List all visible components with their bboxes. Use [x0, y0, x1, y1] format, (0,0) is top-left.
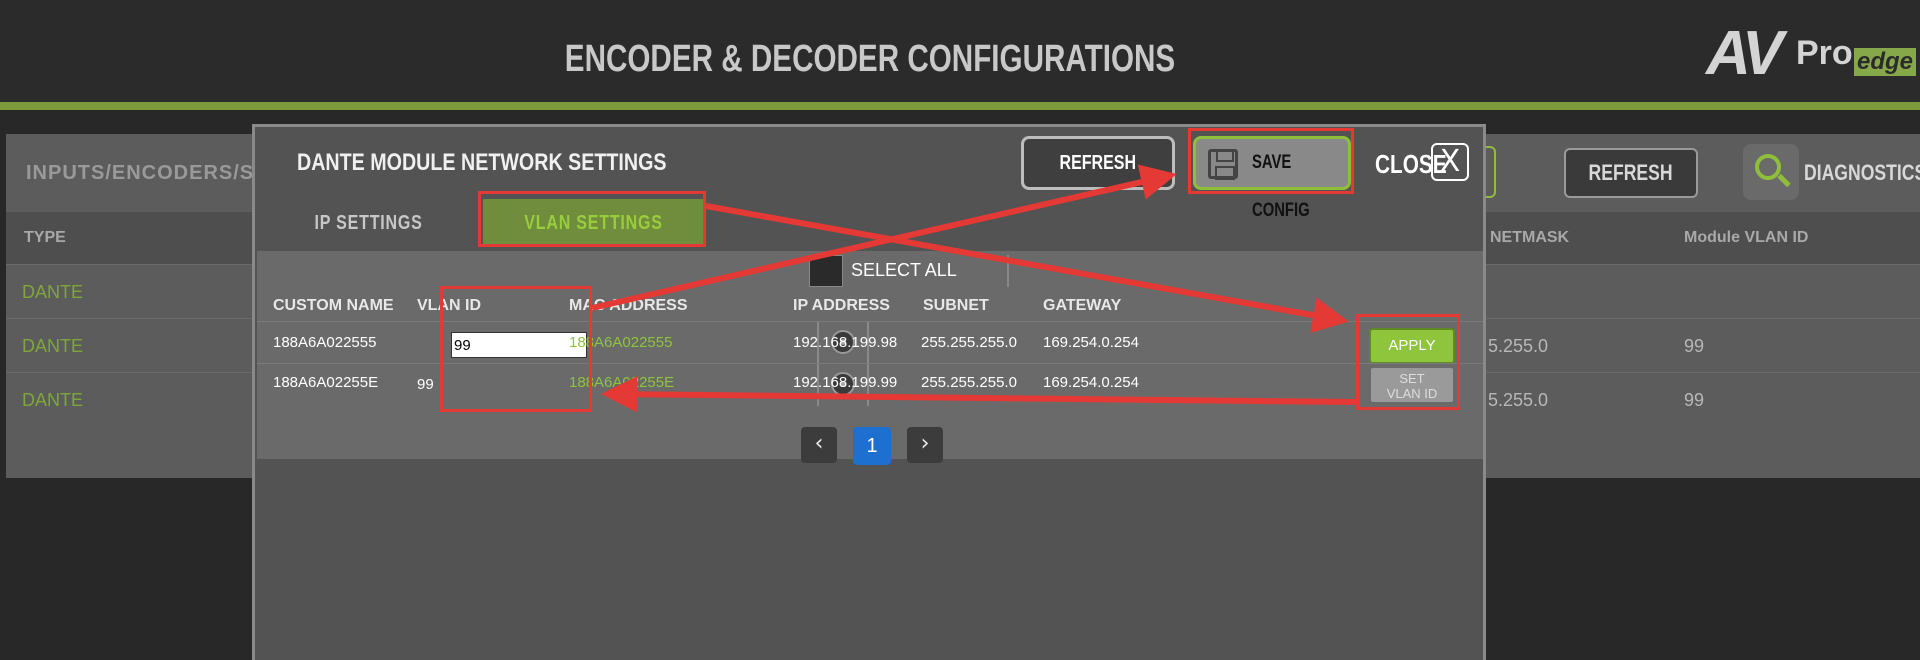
row1-mac-address[interactable]: 188A6A022555: [569, 334, 672, 351]
row1-ip-address: 192.168.199.98: [793, 334, 898, 351]
table-row: 188A6A02255E 99 188A6A02255E 192.168.199…: [257, 363, 1483, 406]
bg-row2-netmask: 5.255.0: [1488, 336, 1549, 356]
diagnostics-label[interactable]: DIAGNOSTICS: [1804, 160, 1920, 186]
select-all-label[interactable]: SELECT ALL: [851, 260, 957, 281]
page-number-button[interactable]: 1: [853, 427, 891, 465]
row2-ip-address: 192.168.199.99: [793, 374, 898, 391]
tab-ip-label: IP SETTINGS: [314, 212, 424, 234]
row2-gateway: 169.254.0.254: [1043, 374, 1139, 391]
vlan-table-panel: SELECT ALL CUSTOM NAME VLAN ID MAC ADDRE…: [257, 251, 1483, 465]
bg-col-type: TYPE: [24, 229, 66, 246]
top-header: ENCODER & DECODER CONFIGURATIONS AV Pro …: [0, 0, 1920, 102]
close-icon[interactable]: X: [1431, 143, 1469, 181]
floppy-disk-icon: [1208, 149, 1238, 180]
set-vlan-line2: VLAN ID: [1386, 386, 1438, 401]
next-page-button[interactable]: ›: [907, 427, 943, 463]
bg-row3-vlan: 99: [1684, 390, 1705, 410]
prev-page-button[interactable]: ‹: [801, 427, 837, 463]
dante-network-settings-dialog: DANTE MODULE NETWORK SETTINGS REFRESH SA…: [252, 124, 1486, 660]
tab-ip-settings[interactable]: IP SETTINGS: [255, 199, 483, 247]
background-refresh-button[interactable]: REFRESH: [1564, 148, 1698, 198]
col-mac-address: MAC ADDRESS: [569, 297, 688, 314]
refresh-label: REFRESH: [1059, 152, 1137, 174]
col-ip-address: IP ADDRESS: [793, 297, 890, 314]
logo-edge: edge: [1854, 48, 1916, 76]
dialog-title: DANTE MODULE NETWORK SETTINGS: [297, 149, 667, 176]
select-all-bar: SELECT ALL: [257, 251, 1483, 291]
logo-pro: Pro: [1796, 34, 1853, 72]
row1-subnet: 255.255.255.0: [921, 334, 1017, 351]
diagnostics-icon[interactable]: [1743, 144, 1799, 200]
row2-subnet: 255.255.255.0: [921, 374, 1017, 391]
select-all-checkbox[interactable]: [809, 255, 843, 287]
apply-button[interactable]: APPLY: [1369, 328, 1455, 364]
set-vlan-id-button[interactable]: SET VLAN ID: [1369, 366, 1455, 404]
page-title: ENCODER & DECODER CONFIGURATIONS: [564, 38, 1176, 80]
bg-row2-type[interactable]: DANTE: [22, 336, 83, 357]
col-gateway: GATEWAY: [1043, 297, 1122, 314]
tab-vlan-label: VLAN SETTINGS: [524, 212, 664, 234]
bg-row3-netmask: 5.255.0: [1488, 390, 1549, 410]
row2-custom-name: 188A6A02255E: [273, 374, 379, 391]
bg-col-netmask: NETMASK: [1490, 229, 1570, 246]
col-vlan-id: VLAN ID: [417, 297, 481, 314]
background-refresh-label: REFRESH: [1588, 160, 1674, 185]
avpro-edge-logo: AV Pro edge: [1706, 18, 1916, 88]
col-subnet: SUBNET: [923, 297, 989, 314]
bg-row2-vlan: 99: [1684, 336, 1705, 356]
set-vlan-line1: SET: [1399, 371, 1425, 386]
row1-gateway: 169.254.0.254: [1043, 334, 1139, 351]
row2-mac-address[interactable]: 188A6A02255E: [569, 374, 674, 391]
refresh-button[interactable]: REFRESH: [1021, 136, 1175, 190]
logo-av: AV: [1706, 19, 1784, 88]
save-config-label: SAVE CONFIG: [1252, 152, 1310, 221]
tab-vlan-settings[interactable]: VLAN SETTINGS: [483, 199, 705, 247]
bg-col-module-vlan: Module VLAN ID: [1684, 229, 1809, 246]
save-config-button[interactable]: SAVE CONFIG: [1193, 136, 1351, 221]
col-custom-name: CUSTOM NAME: [273, 297, 394, 314]
vlan-id-input[interactable]: [451, 332, 587, 358]
row2-vlan-id: 99: [417, 376, 434, 393]
bg-row3-type[interactable]: DANTE: [22, 390, 83, 411]
bg-row1-type[interactable]: DANTE: [22, 282, 83, 303]
select-bar-divider: [1007, 255, 1009, 287]
row1-custom-name: 188A6A022555: [273, 334, 377, 351]
vlan-table-header: CUSTOM NAME VLAN ID MAC ADDRESS IP ADDRE…: [257, 291, 1483, 321]
table-row: 188A6A022555 188A6A022555 192.168.199.98…: [257, 321, 1483, 364]
header-divider: [0, 102, 1920, 110]
